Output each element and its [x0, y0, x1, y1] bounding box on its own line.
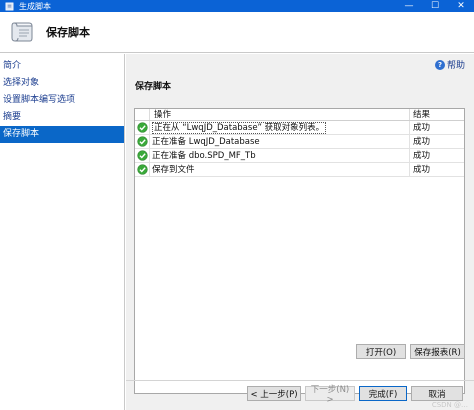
- finish-button[interactable]: 完成(F): [359, 386, 407, 401]
- success-check-icon: [135, 134, 150, 149]
- row-operation: 正在准备 dbo.SPD_MF_Tb: [150, 148, 410, 163]
- sidebar-item-intro[interactable]: 简介: [0, 58, 124, 75]
- minimize-button[interactable]: —: [396, 0, 422, 12]
- scroll-icon: [8, 18, 36, 46]
- column-header-operation[interactable]: 操作: [150, 109, 410, 120]
- help-icon: ?: [434, 59, 445, 70]
- help-label: 帮助: [446, 61, 465, 71]
- sidebar-item-save-script[interactable]: 保存脚本: [0, 126, 124, 143]
- table-row[interactable]: 正在准备 dbo.SPD_MF_Tb 成功: [135, 148, 464, 163]
- sidebar-item-summary[interactable]: 摘要: [0, 109, 124, 126]
- sidebar-item-scripting-options[interactable]: 设置脚本编写选项: [0, 92, 124, 109]
- table-row[interactable]: 正在从 “LwqJD_Database” 获取对象列表。 成功: [135, 120, 464, 135]
- row-operation: 正在从 “LwqJD_Database” 获取对象列表。: [150, 120, 410, 135]
- column-header-result[interactable]: 结果: [410, 109, 464, 120]
- close-button[interactable]: ✕: [448, 0, 474, 12]
- watermark-text: CSDN @…: [431, 401, 468, 409]
- row-result: 成功: [413, 122, 431, 133]
- row-operation: 正在准备 LwqJD_Database: [150, 134, 410, 149]
- row-operation-text: 正在从 “LwqJD_Database” 获取对象列表。: [152, 121, 327, 134]
- page-header: 保存脚本: [0, 12, 474, 53]
- row-result: 成功: [413, 164, 431, 175]
- next-button: 下一步(N) >: [305, 385, 355, 405]
- grid-header-icon-cell: [135, 109, 150, 120]
- window-titlebar: 生成脚本 — ☐ ✕: [0, 0, 474, 12]
- row-result: 成功: [413, 136, 431, 147]
- cancel-button[interactable]: 取消: [411, 386, 463, 401]
- help-link[interactable]: ? 帮助: [434, 58, 465, 71]
- section-title: 保存脚本: [135, 82, 172, 92]
- maximize-button[interactable]: ☐: [422, 0, 448, 12]
- page-title: 保存脚本: [46, 26, 90, 39]
- sidebar-item-select-objects[interactable]: 选择对象: [0, 75, 124, 92]
- wizard-sidebar: 简介 选择对象 设置脚本编写选项 摘要 保存脚本: [0, 54, 125, 410]
- success-check-icon: [135, 120, 150, 135]
- row-operation: 保存到文件: [150, 162, 410, 177]
- row-result: 成功: [413, 150, 431, 161]
- previous-button[interactable]: < 上一步(P): [247, 386, 301, 401]
- save-report-button[interactable]: 保存报表(R): [410, 344, 465, 359]
- table-row[interactable]: 保存到文件 成功: [135, 162, 464, 177]
- success-check-icon: [135, 162, 150, 177]
- app-icon: [4, 1, 14, 11]
- open-button[interactable]: 打开(O): [356, 344, 406, 359]
- main-panel: ? 帮助 保存脚本 操作 结果 正在从 “LwqJD_Database” 获取对…: [126, 54, 474, 410]
- success-check-icon: [135, 148, 150, 163]
- table-row[interactable]: 正在准备 LwqJD_Database 成功: [135, 134, 464, 149]
- grid-header: 操作 结果: [135, 109, 464, 121]
- window-title: 生成脚本: [19, 1, 51, 11]
